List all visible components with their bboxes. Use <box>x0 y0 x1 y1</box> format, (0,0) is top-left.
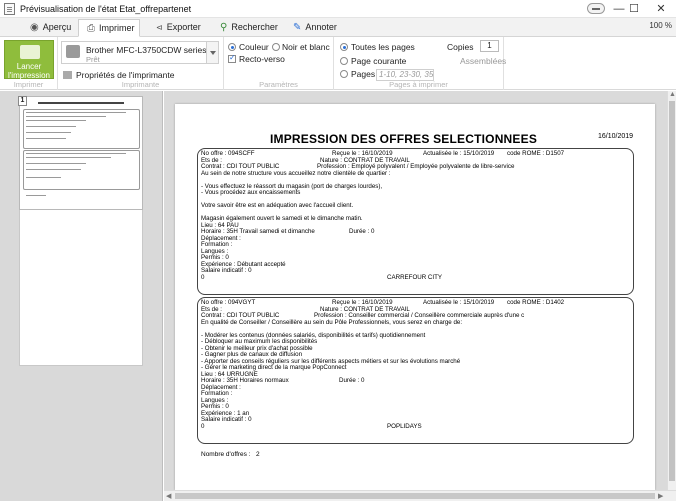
thumb-text-line <box>26 169 81 170</box>
group-imprimer: Lancer l'impression Imprimer <box>0 37 58 90</box>
scroll-up-icon[interactable]: ▲ <box>669 91 676 98</box>
thumb-record-2 <box>23 150 140 190</box>
tab-exporter[interactable]: ⊲ Exporter <box>156 19 201 37</box>
pencil-icon: ✎ <box>293 22 302 33</box>
printer-icon: ⎙ <box>87 23 95 34</box>
vertical-scrollbar[interactable]: ▲ <box>667 91 676 490</box>
close-button[interactable]: ✕ <box>646 0 676 18</box>
all-pages-radio[interactable] <box>340 43 348 51</box>
thumb-text-line <box>26 120 86 121</box>
window-title: Prévisualisation de l'état Etat_offrepar… <box>20 4 192 14</box>
thumb-text-line <box>26 153 126 154</box>
offer-record-2: No offre : 094VGYT Reçue le : 16/10/2019 A… <box>197 297 634 444</box>
thumbnail-page-1[interactable] <box>19 96 143 210</box>
properties-icon <box>63 71 72 79</box>
group-imprimante: Brother MFC-L3750CDW series Prêt Proprié… <box>58 37 224 90</box>
thumb-text-line <box>26 177 61 178</box>
copies-stepper[interactable]: 1 <box>480 40 499 52</box>
tab-rechercher[interactable]: ⚲ Rechercher <box>220 19 278 37</box>
title-bar: Prévisualisation de l'état Etat_offrepar… <box>0 0 676 18</box>
scroll-left-icon[interactable]: ◀ <box>166 492 171 500</box>
search-icon: ⚲ <box>220 22 228 33</box>
zoom-level: 100 % <box>649 21 672 30</box>
document-title: IMPRESSION DES OFFRES SELECTIONNEES <box>270 132 538 146</box>
color-radio[interactable] <box>228 43 236 51</box>
restore-toggle-icon[interactable] <box>587 3 605 14</box>
thumb-text-line <box>26 163 86 164</box>
thumb-text-line <box>26 138 66 139</box>
share-icon: ⊲ <box>156 23 163 32</box>
thumb-text-line <box>26 116 106 117</box>
horizontal-scrollbar[interactable]: ◀ ▶ <box>164 490 676 501</box>
scroll-right-icon[interactable]: ▶ <box>658 492 663 500</box>
thumb-text-line <box>26 157 111 158</box>
document-icon <box>4 3 15 15</box>
thumb-text-line <box>26 126 76 127</box>
thumb-text-line <box>26 112 126 113</box>
printer-select[interactable]: Brother MFC-L3750CDW series Prêt <box>61 41 219 64</box>
group-parametres: Couleur Noir et blanc Recto-verso Paramè… <box>224 37 334 90</box>
launch-print-button[interactable]: Lancer l'impression <box>4 40 54 80</box>
group-pages: Toutes les pages Page courante Pages 1-1… <box>334 37 506 90</box>
document-date: 16/10/2019 <box>598 133 634 140</box>
tab-apercu[interactable]: ◉ Aperçu <box>30 19 71 37</box>
preview-page: IMPRESSION DES OFFRES SELECTIONNEES 16/1… <box>175 104 655 490</box>
printer-properties-button[interactable]: Propriétés de l'imprimante <box>63 70 174 80</box>
offer-count: Nombre d'offres : 2 <box>201 451 260 458</box>
thumbnail-panel: 1 <box>0 91 163 501</box>
chevron-down-icon[interactable] <box>206 42 218 63</box>
printer-icon <box>66 45 80 58</box>
pages-range-radio[interactable] <box>340 70 348 78</box>
horizontal-scroll-thumb[interactable] <box>175 493 655 499</box>
ribbon-tabs: ◉ Aperçu ⎙ Imprimer ⊲ Exporter ⚲ Rechercher … <box>0 18 676 37</box>
duplex-checkbox[interactable] <box>228 53 236 63</box>
thumb-title-line <box>38 102 124 104</box>
current-page-radio[interactable] <box>340 57 348 65</box>
ribbon: Lancer l'impression Imprimer Brother MFC… <box>0 37 676 90</box>
tab-imprimer[interactable]: ⎙ Imprimer <box>78 19 140 37</box>
thumbnail-page-number: 1 <box>18 96 27 106</box>
thumb-text-line <box>26 132 71 133</box>
eye-icon: ◉ <box>30 22 39 33</box>
maximize-button[interactable]: ☐ <box>619 0 649 18</box>
thumb-record-1 <box>23 109 140 149</box>
vertical-scroll-thumb[interactable] <box>669 101 675 481</box>
offer-record-1: No offre : 094SCFF Reçue le : 16/10/2019 A… <box>197 148 634 295</box>
tab-annoter[interactable]: ✎ Annoter <box>293 19 337 37</box>
thumb-text-line <box>26 195 46 196</box>
printer-icon <box>20 45 40 59</box>
bw-radio[interactable] <box>272 43 280 51</box>
